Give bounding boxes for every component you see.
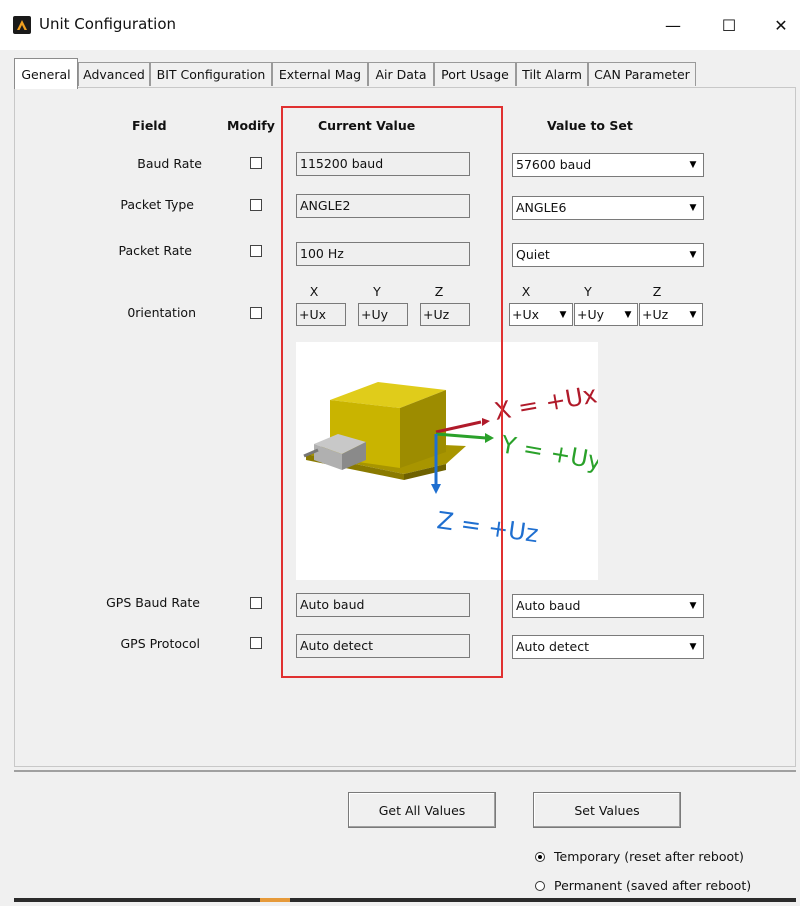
baud-rate-select[interactable]: 57600 baud ▼ <box>512 153 704 177</box>
packet-rate-current-field: 100 Hz <box>296 242 470 266</box>
chevron-down-icon: ▼ <box>684 637 702 657</box>
gps-baud-rate-label: GPS Baud Rate <box>106 595 200 610</box>
chevron-down-icon: ▼ <box>684 596 702 616</box>
chevron-down-icon: ▼ <box>555 305 571 324</box>
orientation-set-y-select[interactable]: +Uy ▼ <box>574 303 638 326</box>
current-axis-x-label: X <box>309 284 319 299</box>
permanent-radio-label: Permanent (saved after reboot) <box>554 878 752 893</box>
tab-external-mag[interactable]: External Mag <box>272 62 368 86</box>
gps-baud-rate-select[interactable]: Auto baud ▼ <box>512 594 704 618</box>
x-axis-label: X = +Ux <box>492 380 598 426</box>
header-value-to-set: Value to Set <box>547 118 633 133</box>
set-axis-x-label: X <box>521 284 531 299</box>
baud-rate-current-field: 115200 baud <box>296 152 470 176</box>
tab-port-usage[interactable]: Port Usage <box>434 62 516 86</box>
baud-rate-modify-checkbox[interactable] <box>250 157 262 169</box>
packet-rate-modify-checkbox[interactable] <box>250 245 262 257</box>
tab-bit-configuration[interactable]: BIT Configuration <box>150 62 272 86</box>
set-values-button[interactable]: Set Values <box>533 792 681 828</box>
chevron-down-icon: ▼ <box>620 305 636 324</box>
header-current-value: Current Value <box>318 118 416 133</box>
z-axis-label: Z = +Uz <box>435 506 540 548</box>
header-modify: Modify <box>227 118 275 133</box>
minimize-button[interactable]: — <box>650 8 696 42</box>
tab-general[interactable]: General <box>14 58 78 89</box>
packet-rate-label: Packet Rate <box>118 243 192 258</box>
orientation-label: 0rientation <box>127 305 196 320</box>
gps-protocol-label: GPS Protocol <box>120 636 200 651</box>
current-axis-z-label: Z <box>434 284 444 299</box>
packet-rate-select[interactable]: Quiet ▼ <box>512 243 704 267</box>
permanent-radio[interactable] <box>535 881 545 891</box>
packet-type-modify-checkbox[interactable] <box>250 199 262 211</box>
gps-protocol-select[interactable]: Auto detect ▼ <box>512 635 704 659</box>
maximize-button[interactable]: ☐ <box>706 8 752 42</box>
tab-advanced[interactable]: Advanced <box>78 62 150 86</box>
orientation-diagram: X = +Ux Y = +Uy Z = +Uz <box>296 342 604 580</box>
header-field: Field <box>132 118 167 133</box>
gps-protocol-modify-checkbox[interactable] <box>250 637 262 649</box>
gps-baud-rate-modify-checkbox[interactable] <box>250 597 262 609</box>
chevron-down-icon: ▼ <box>684 245 702 265</box>
close-button[interactable]: ✕ <box>762 8 800 42</box>
tab-can-parameter[interactable]: CAN Parameter <box>588 62 696 86</box>
tab-tilt-alarm[interactable]: Tilt Alarm <box>516 62 588 86</box>
current-axis-y-label: Y <box>373 284 381 299</box>
chevron-down-icon: ▼ <box>684 198 702 218</box>
orientation-modify-checkbox[interactable] <box>250 307 262 319</box>
get-all-values-button[interactable]: Get All Values <box>348 792 496 828</box>
orientation-current-y: +Uy <box>358 303 408 326</box>
packet-type-current-field: ANGLE2 <box>296 194 470 218</box>
orientation-set-z-select[interactable]: +Uz ▼ <box>639 303 703 326</box>
chevron-down-icon: ▼ <box>685 305 701 324</box>
gps-baud-rate-current-field: Auto baud <box>296 593 470 617</box>
y-axis-label: Y = +Uy <box>498 430 598 475</box>
orientation-current-z: +Uz <box>420 303 470 326</box>
chevron-down-icon: ▼ <box>684 155 702 175</box>
orientation-set-x-select[interactable]: +Ux ▼ <box>509 303 573 326</box>
bottom-accent <box>260 898 290 902</box>
packet-type-select[interactable]: ANGLE6 ▼ <box>512 196 704 220</box>
set-axis-y-label: Y <box>584 284 592 299</box>
temporary-radio-label: Temporary (reset after reboot) <box>554 849 744 864</box>
orientation-current-x: +Ux <box>296 303 346 326</box>
bottom-border <box>14 898 796 902</box>
tab-air-data[interactable]: Air Data <box>368 62 434 86</box>
app-icon <box>13 16 31 34</box>
window-title: Unit Configuration <box>39 15 177 33</box>
set-axis-z-label: Z <box>652 284 662 299</box>
separator <box>14 770 796 772</box>
baud-rate-label: Baud Rate <box>137 156 202 171</box>
gps-protocol-current-field: Auto detect <box>296 634 470 658</box>
temporary-radio[interactable] <box>535 852 545 862</box>
packet-type-label: Packet Type <box>120 197 194 212</box>
